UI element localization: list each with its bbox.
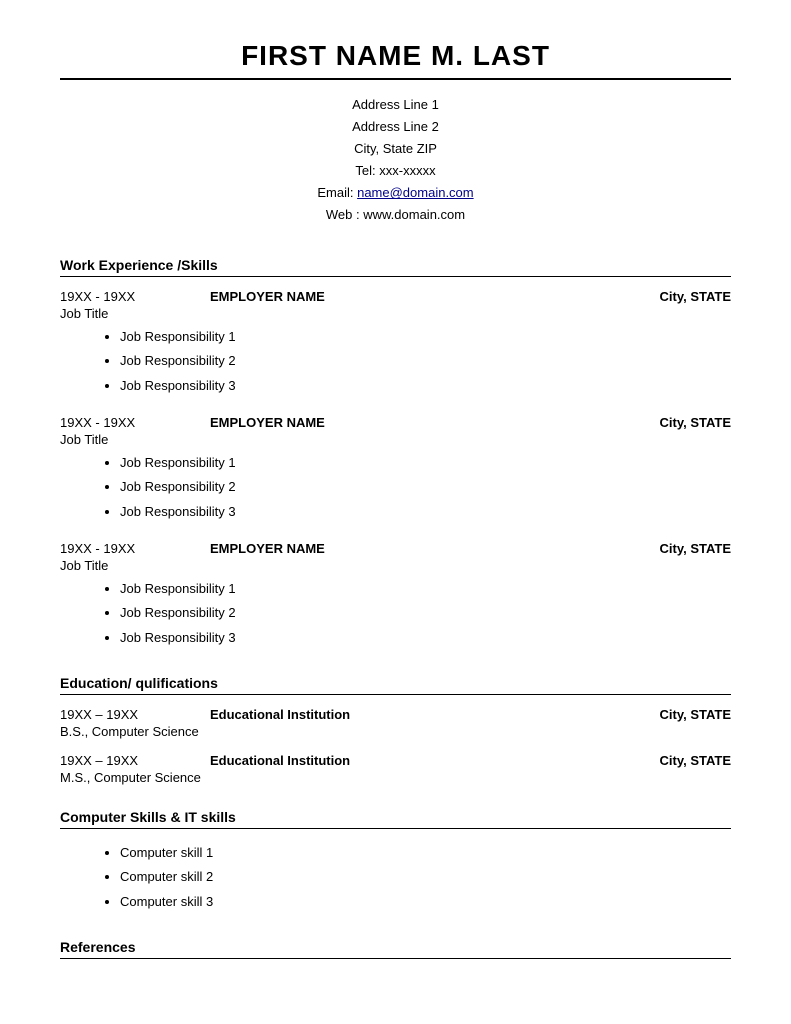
references-section-header: References <box>60 939 731 959</box>
job-dates: 19XX - 19XX <box>60 415 170 430</box>
edu-location: City, STATE <box>660 753 732 768</box>
edu-location: City, STATE <box>660 707 732 722</box>
jobs-list: 19XX - 19XX EMPLOYER NAME City, STATE Job T… <box>60 289 731 651</box>
web: Web : www.domain.com <box>60 204 731 226</box>
education-list: 19XX – 19XX Educational Institution City, … <box>60 707 731 785</box>
edu-entry: 19XX – 19XX Educational Institution City, … <box>60 753 731 785</box>
job-title: Job Title <box>60 558 731 573</box>
edu-dates: 19XX – 19XX <box>60 707 170 722</box>
responsibilities-list: Job Responsibility 1Job Responsibility 2… <box>60 325 731 399</box>
skill-item: Computer skill 3 <box>120 890 731 915</box>
responsibility-item: Job Responsibility 1 <box>120 325 731 350</box>
education-section-header: Education/ qulifications <box>60 675 731 695</box>
job-employer: EMPLOYER NAME <box>210 415 325 430</box>
work-section-header: Work Experience /Skills <box>60 257 731 277</box>
city-state-zip: City, State ZIP <box>60 138 731 160</box>
references-section: References <box>60 939 731 959</box>
work-experience-section: Work Experience /Skills 19XX - 19XX EMPLO… <box>60 257 731 651</box>
job-title: Job Title <box>60 432 731 447</box>
responsibility-item: Job Responsibility 3 <box>120 500 731 525</box>
job-dates: 19XX - 19XX <box>60 289 170 304</box>
job-location: City, STATE <box>660 541 732 556</box>
responsibility-item: Job Responsibility 2 <box>120 349 731 374</box>
edu-institution: Educational Institution <box>210 753 350 768</box>
responsibility-item: Job Responsibility 1 <box>120 451 731 476</box>
edu-institution: Educational Institution <box>210 707 350 722</box>
edu-entry: 19XX – 19XX Educational Institution City, … <box>60 707 731 739</box>
job-entry: 19XX - 19XX EMPLOYER NAME City, STATE Job T… <box>60 289 731 399</box>
responsibilities-list: Job Responsibility 1Job Responsibility 2… <box>60 577 731 651</box>
responsibility-item: Job Responsibility 3 <box>120 374 731 399</box>
job-location: City, STATE <box>660 289 732 304</box>
job-employer: EMPLOYER NAME <box>210 289 325 304</box>
job-location: City, STATE <box>660 415 732 430</box>
job-dates: 19XX - 19XX <box>60 541 170 556</box>
email-line: Email: name@domain.com <box>60 182 731 204</box>
responsibility-item: Job Responsibility 2 <box>120 475 731 500</box>
responsibility-item: Job Responsibility 2 <box>120 601 731 626</box>
skills-list: Computer skill 1Computer skill 2Computer… <box>60 841 731 915</box>
responsibility-item: Job Responsibility 3 <box>120 626 731 651</box>
skills-section: Computer Skills & IT skills Computer ski… <box>60 809 731 915</box>
edu-dates: 19XX – 19XX <box>60 753 170 768</box>
responsibilities-list: Job Responsibility 1Job Responsibility 2… <box>60 451 731 525</box>
education-section: Education/ qulifications 19XX – 19XX Educ… <box>60 675 731 785</box>
tel: Tel: xxx-xxxxx <box>60 160 731 182</box>
edu-degree: M.S., Computer Science <box>60 770 731 785</box>
email-link[interactable]: name@domain.com <box>357 185 474 200</box>
skill-item: Computer skill 2 <box>120 865 731 890</box>
address-line1: Address Line 1 <box>60 94 731 116</box>
page-title: FIRST NAME M. LAST <box>60 40 731 80</box>
job-employer: EMPLOYER NAME <box>210 541 325 556</box>
skill-item: Computer skill 1 <box>120 841 731 866</box>
job-entry: 19XX - 19XX EMPLOYER NAME City, STATE Job T… <box>60 541 731 651</box>
job-entry: 19XX - 19XX EMPLOYER NAME City, STATE Job T… <box>60 415 731 525</box>
contact-info: Address Line 1 Address Line 2 City, Stat… <box>60 94 731 227</box>
job-title: Job Title <box>60 306 731 321</box>
email-label: Email: <box>317 185 357 200</box>
address-line2: Address Line 2 <box>60 116 731 138</box>
skills-section-header: Computer Skills & IT skills <box>60 809 731 829</box>
edu-degree: B.S., Computer Science <box>60 724 731 739</box>
responsibility-item: Job Responsibility 1 <box>120 577 731 602</box>
